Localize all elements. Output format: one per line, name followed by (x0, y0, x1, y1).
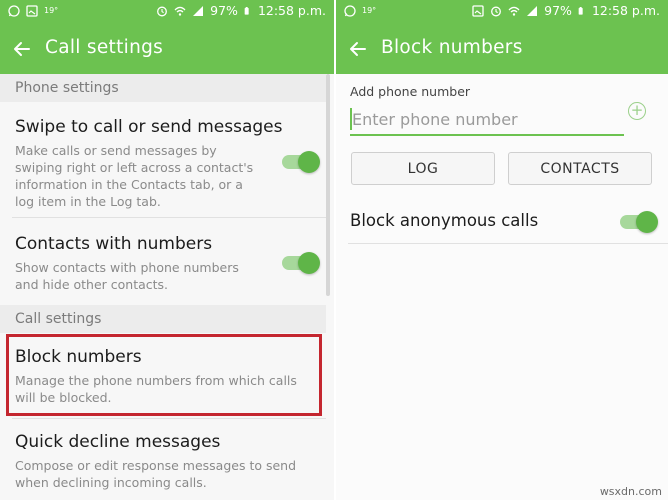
whatsapp-icon (8, 5, 20, 17)
app-bar: Call settings (0, 24, 334, 74)
battery-icon (244, 6, 249, 15)
block-numbers-screen: 19° 97% 12:58 p.m. Block numbers Add pho… (336, 0, 668, 500)
text-cursor (350, 108, 352, 130)
item-title: Block numbers (15, 347, 142, 367)
toggle-knob (298, 252, 320, 274)
scrollbar[interactable] (326, 74, 330, 296)
page-title: Block numbers (381, 37, 523, 58)
status-bar: 19° 97% 12:58 p.m. (336, 0, 668, 24)
toggle-knob (298, 151, 320, 173)
signal-icon (527, 5, 538, 16)
status-time: 12:58 p.m. (591, 3, 660, 18)
settings-item-swipe-to-call[interactable]: Swipe to call or send messages Make call… (0, 102, 326, 218)
phone-number-input[interactable] (350, 106, 624, 136)
settings-item-block-numbers[interactable]: Block numbers Manage the phone numbers f… (0, 333, 326, 419)
status-badge: 19° (362, 6, 377, 15)
block-anonymous-calls-label: Block anonymous calls (350, 211, 539, 230)
battery-icon (578, 6, 583, 15)
gallery-icon (26, 5, 38, 17)
call-settings-screen: 19° 97% 12:58 p.m. Call settings Phone s… (0, 0, 334, 500)
whatsapp-icon (344, 5, 356, 17)
block-anonymous-calls-toggle[interactable] (620, 211, 658, 233)
page-title: Call settings (45, 37, 164, 58)
back-arrow-icon[interactable] (348, 39, 368, 59)
watermark: wsxdn.com (599, 485, 662, 498)
toggle-knob (636, 211, 658, 233)
section-header-call-settings: Call settings (0, 305, 326, 333)
item-description: Compose or edit response messages to sen… (15, 458, 297, 490)
log-button[interactable]: LOG (351, 152, 495, 185)
divider (348, 243, 668, 244)
alarm-icon (157, 6, 168, 16)
status-time: 12:58 p.m. (257, 3, 326, 18)
plus-icon: + (630, 101, 644, 119)
item-title: Contacts with numbers (15, 234, 213, 254)
settings-item-contacts-with-numbers[interactable]: Contacts with numbers Show contacts with… (0, 218, 326, 304)
contacts-with-numbers-toggle[interactable] (282, 252, 320, 274)
swipe-to-call-toggle[interactable] (282, 151, 320, 173)
wifi-icon (174, 6, 186, 16)
status-badge: 19° (44, 6, 59, 15)
alarm-icon (491, 6, 502, 16)
item-description: Make calls or send messages by swiping r… (15, 143, 254, 209)
item-title: Quick decline messages (15, 432, 221, 452)
item-title: Swipe to call or send messages (15, 117, 283, 137)
battery-percent: 97% (210, 3, 238, 18)
battery-percent: 97% (544, 3, 572, 18)
gallery-icon (472, 4, 484, 17)
item-description: Manage the phone numbers from which call… (15, 373, 297, 405)
status-bar: 19° 97% 12:58 p.m. (0, 0, 334, 24)
settings-item-quick-decline-messages[interactable]: Quick decline messages Compose or edit r… (0, 419, 326, 500)
add-phone-number-label: Add phone number (350, 84, 471, 99)
signal-icon (193, 5, 204, 16)
add-number-button[interactable]: + (628, 102, 646, 120)
item-description: Show contacts with phone numbers and hid… (15, 260, 239, 292)
back-arrow-icon[interactable] (12, 39, 32, 59)
section-header-phone-settings: Phone settings (0, 74, 326, 102)
block-anonymous-calls-row[interactable]: Block anonymous calls (336, 200, 668, 244)
contacts-button[interactable]: CONTACTS (508, 152, 652, 185)
wifi-icon (508, 6, 520, 16)
app-bar: Block numbers (336, 24, 668, 74)
